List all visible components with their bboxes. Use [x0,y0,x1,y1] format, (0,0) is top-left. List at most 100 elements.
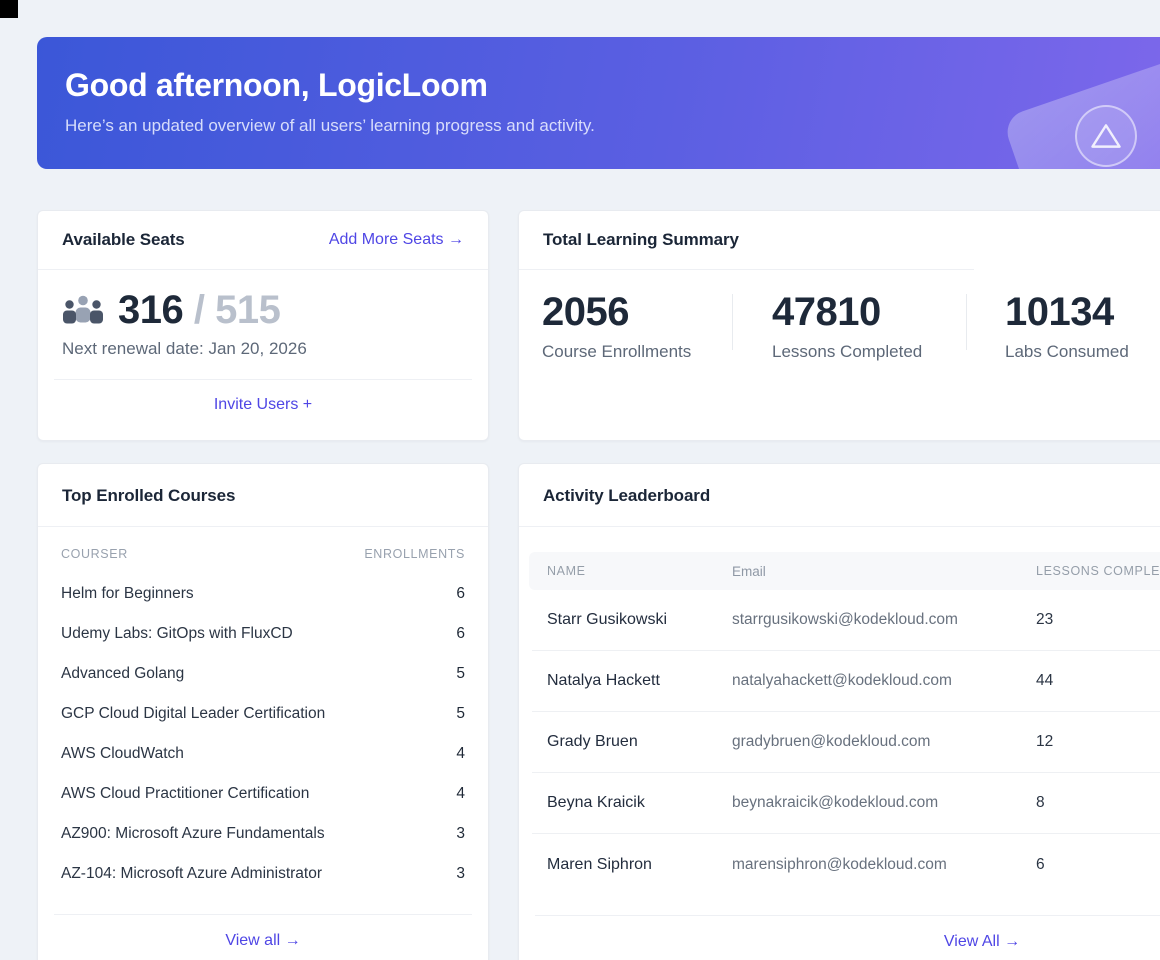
user-email: starrgusikowski@kodekloud.com [732,611,958,628]
column-name: NAME [547,564,586,578]
top-courses-card: Top Enrolled Courses COURSER ENROLLMENTS… [37,463,489,960]
stat-lessons-completed: 47810 Lessons Completed [733,292,966,362]
column-lessons-completed: LESSONS COMPLETED [1036,564,1160,578]
invite-users-label: Invite Users [213,396,299,413]
leaderboard-row: Grady Bruen gradybruen@kodekloud.com 12 [532,712,1160,773]
course-name: Advanced Golang [61,665,185,682]
stat-value: 47810 [772,290,881,334]
user-lessons-completed: 8 [1036,794,1045,811]
corner-artifact [0,0,18,18]
user-email: gradybruen@kodekloud.com [732,733,931,750]
arrow-right-icon: → [1004,933,1021,950]
add-more-seats-label: Add More Seats [328,231,444,248]
seats-body: 316 / 515 Next renewal date: Jan 20, 202… [38,270,488,359]
course-enrollments-count: 5 [456,665,465,682]
summary-stats-row: 2056 Course Enrollments 47810 Lessons Co… [519,270,1160,362]
user-name: Grady Bruen [547,733,638,750]
greeting-title: Good afternoon, LogicLoom [65,67,488,103]
invite-users-wrap: Invite Users + [38,380,488,414]
course-enrollments-count: 5 [456,705,465,722]
stat-label: Lessons Completed [772,342,923,361]
arrow-right-icon: → [448,231,464,248]
top-courses-list: Helm for Beginners 6 Udemy Labs: GitOps … [61,574,465,894]
user-email: natalyahackett@kodekloud.com [732,672,952,689]
course-name: Udemy Labs: GitOps with FluxCD [61,625,293,642]
available-seats-card: Available Seats Add More Seats → 316 / 5… [37,210,489,441]
courses-view-all-wrap: View all → [38,915,488,950]
user-name: Starr Gusikowski [547,611,668,628]
column-email: Email [732,563,766,579]
course-row: AWS Cloud Practitioner Certification 4 [61,774,465,814]
leaderboard-view-all-link[interactable]: View All → [944,933,1020,950]
top-courses-header: Top Enrolled Courses [38,464,488,527]
course-row: AWS CloudWatch 4 [61,734,465,774]
user-lessons-completed: 12 [1036,733,1054,750]
learning-summary-header: Total Learning Summary [519,211,1160,269]
arrow-right-icon: → [284,932,301,949]
course-name: AZ-104: Microsoft Azure Administrator [61,865,323,882]
view-all-label: View All [943,933,1000,950]
column-course: COURSER [61,547,128,561]
column-enrollments: ENROLLMENTS [364,547,465,561]
stat-value: 2056 [542,290,629,334]
seats-ratio: 316 / 515 [118,288,281,332]
course-row: GCP Cloud Digital Leader Certification 5 [61,694,465,734]
leaderboard-card: Activity Leaderboard NAME Email LESSONS … [518,463,1160,960]
leaderboard-row: Beyna Kraicik beynakraicik@kodekloud.com… [532,773,1160,834]
add-more-seats-link[interactable]: Add More Seats → [329,231,464,249]
leaderboard-row: Natalya Hackett natalyahackett@kodekloud… [532,651,1160,712]
course-enrollments-count: 4 [456,745,465,762]
stat-label: Labs Consumed [1005,342,1129,361]
course-enrollments-count: 3 [456,825,465,842]
course-name: AWS CloudWatch [61,745,184,762]
leaderboard-list: Starr Gusikowski starrgusikowski@kodeklo… [532,590,1160,895]
user-email: beynakraicik@kodekloud.com [732,794,939,811]
course-row: Udemy Labs: GitOps with FluxCD 6 [61,614,465,654]
logo-play-icon [1075,105,1137,167]
user-name: Maren Siphron [547,855,652,873]
course-name: AZ900: Microsoft Azure Fundamentals [61,825,325,842]
leaderboard-view-all-wrap: View All → [519,916,1160,951]
user-name: Beyna Kraicik [547,794,645,811]
leaderboard-row: Starr Gusikowski starrgusikowski@kodeklo… [532,590,1160,651]
leaderboard-header: Activity Leaderboard [519,464,1160,527]
learning-summary-title: Total Learning Summary [543,230,739,249]
seats-total: 515 [215,288,281,332]
course-enrollments-count: 6 [456,625,465,642]
view-all-label: View all [225,932,281,949]
greeting-banner: Good afternoon, LogicLoom Here’s an upda… [37,37,1160,169]
user-lessons-completed: 6 [1036,855,1045,873]
available-seats-header: Available Seats Add More Seats → [38,211,488,270]
course-row: Advanced Golang 5 [61,654,465,694]
dashboard-page: { "banner": { "greeting": "Good afternoo… [0,0,1160,960]
user-email: marensiphron@kodekloud.com [732,855,947,873]
course-enrollments-count: 3 [456,865,465,882]
triangle-icon [1091,124,1121,148]
stat-labs-consumed: 10134 Labs Consumed [967,292,1129,362]
renewal-date-text: Next renewal date: Jan 20, 2026 [62,339,307,358]
seats-used: 316 [118,288,184,332]
courses-view-all-link[interactable]: View all → [225,932,300,949]
course-name: AWS Cloud Practitioner Certification [61,785,310,802]
course-name: GCP Cloud Digital Leader Certification [61,705,326,722]
leaderboard-columns: NAME Email LESSONS COMPLETED [529,552,1160,590]
course-row: AZ-104: Microsoft Azure Administrator 3 [61,854,465,894]
course-row: AZ900: Microsoft Azure Fundamentals 3 [61,814,465,854]
users-group-icon [63,295,103,324]
plus-icon: + [302,396,313,413]
user-name: Natalya Hackett [547,672,660,689]
invite-users-link[interactable]: Invite Users + [214,396,312,413]
seats-slash: / [193,288,205,332]
stat-course-enrollments: 2056 Course Enrollments [542,292,732,362]
course-enrollments-count: 6 [456,585,465,602]
top-courses-columns: COURSER ENROLLMENTS [61,547,465,561]
greeting-subtitle: Here’s an updated overview of all users’… [65,116,595,135]
seats-count-line: 316 / 515 [62,290,464,330]
stat-label: Course Enrollments [542,342,692,361]
user-lessons-completed: 23 [1036,611,1054,628]
course-enrollments-count: 4 [456,785,465,802]
course-name: Helm for Beginners [61,585,194,602]
leaderboard-title: Activity Leaderboard [543,486,711,505]
stat-value: 10134 [1005,290,1114,334]
learning-summary-card: Total Learning Summary 2056 Course Enrol… [518,210,1160,441]
